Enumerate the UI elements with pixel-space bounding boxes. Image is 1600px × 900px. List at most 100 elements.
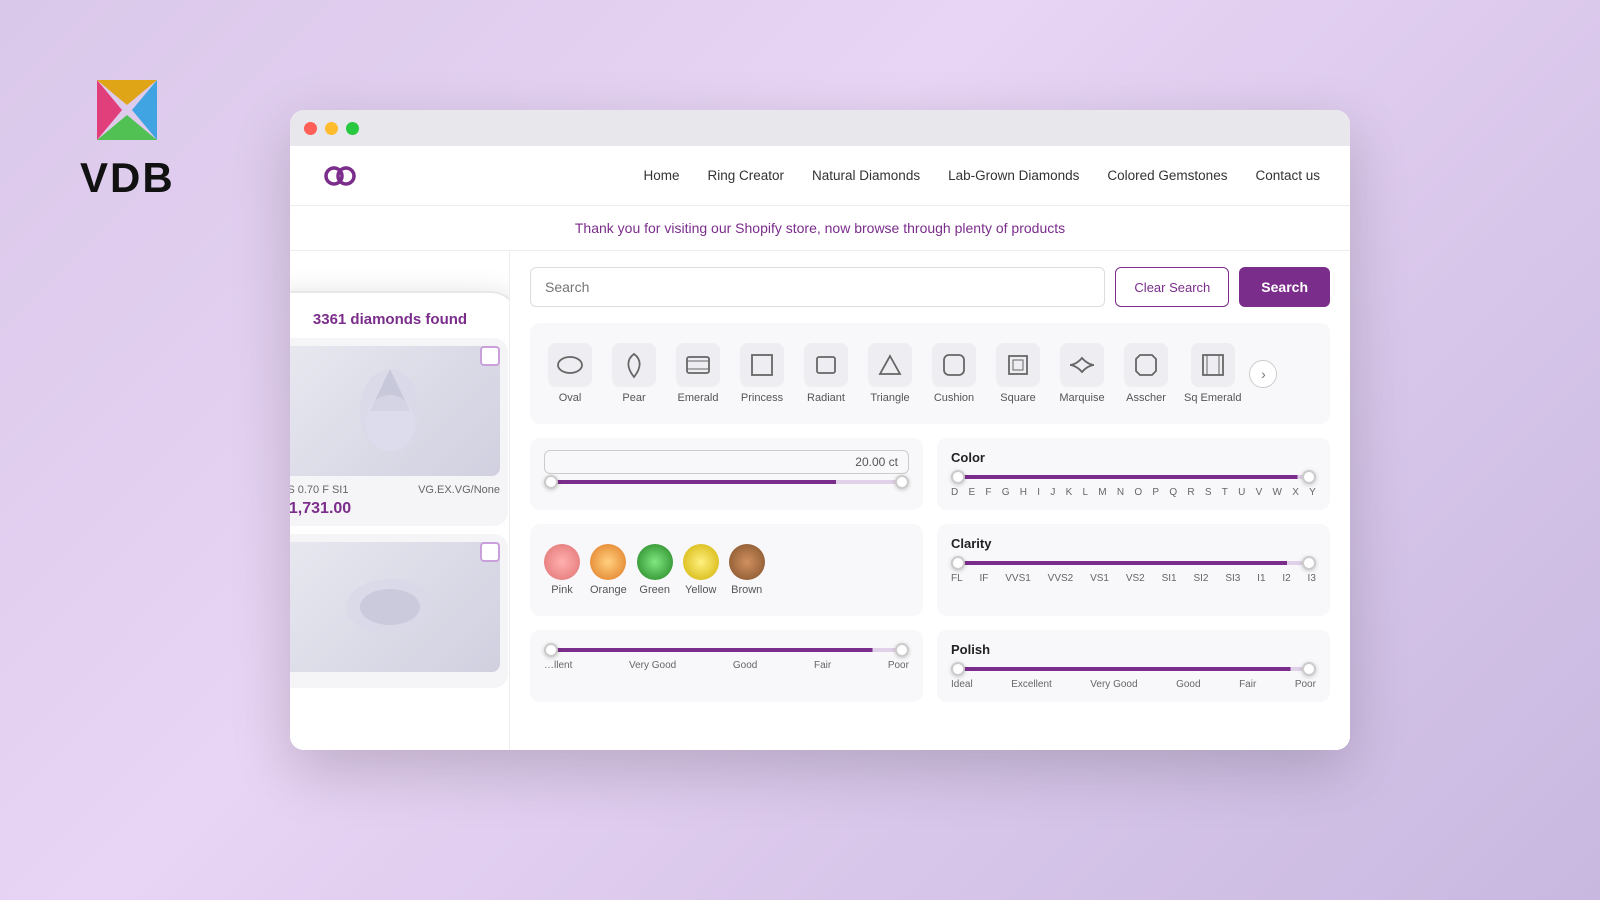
nav-ring-creator[interactable]: Ring Creator (708, 168, 785, 183)
polish-slider-thumb-right[interactable] (1302, 662, 1316, 676)
cut-very-good: Very Good (629, 660, 676, 671)
cut-slider-thumb-left[interactable] (544, 643, 558, 657)
shape-oval[interactable]: Oval (540, 337, 600, 410)
shape-triangle-icon (868, 343, 912, 387)
clarity-vs1: VS1 (1090, 573, 1109, 584)
clarity-i1: I1 (1257, 573, 1265, 584)
clarity-slider-thumb-right[interactable] (1302, 556, 1316, 570)
shape-emerald-icon (676, 343, 720, 387)
shape-pear-icon (612, 343, 656, 387)
polish-good: Good (1176, 679, 1200, 690)
color-label-l: L (1082, 487, 1088, 498)
nav-colored-gemstones[interactable]: Colored Gemstones (1107, 168, 1227, 183)
clarity-slider-thumb-left[interactable] (951, 556, 965, 570)
phone-diamond-count: 3361 diamonds found (290, 303, 508, 338)
browser-dot-green[interactable] (346, 122, 359, 135)
color-label-w: W (1273, 487, 1282, 498)
nav-contact[interactable]: Contact us (1255, 168, 1320, 183)
color-gems-filter: Pink Orange Green Yellow (530, 524, 923, 616)
shape-sq-emerald[interactable]: Sq Emerald (1180, 337, 1245, 410)
color-label-u: U (1238, 487, 1245, 498)
gem-green-label: Green (639, 584, 670, 596)
right-panel: Clear Search Search Oval Pear (510, 251, 1350, 750)
color-label-e: E (968, 487, 975, 498)
diamond-image-1 (290, 346, 500, 476)
shape-next-button[interactable]: › (1249, 360, 1277, 388)
polish-filter-title: Polish (951, 642, 1316, 657)
color-label-t: T (1222, 487, 1228, 498)
gem-brown-circle (729, 544, 765, 580)
nav-home[interactable]: Home (643, 168, 679, 183)
browser-dot-red[interactable] (304, 122, 317, 135)
shape-princess[interactable]: Princess (732, 337, 792, 410)
color-label-v: V (1256, 487, 1263, 498)
color-label-y: Y (1309, 487, 1316, 498)
diamond-image-2 (290, 542, 500, 672)
shape-princess-label: Princess (741, 392, 783, 404)
color-label-k: K (1066, 487, 1073, 498)
cut-slider-thumb-right[interactable] (895, 643, 909, 657)
color-label-r: R (1187, 487, 1194, 498)
shape-radiant[interactable]: Radiant (796, 337, 856, 410)
clarity-fl: FL (951, 573, 963, 584)
polish-cut-row: …llent Very Good Good Fair Poor Polish (530, 630, 1330, 702)
color-label-h: H (1020, 487, 1027, 498)
shape-marquise[interactable]: Marquise (1052, 337, 1112, 410)
clarity-si1: SI1 (1162, 573, 1177, 584)
vdb-logo-area: VDB (80, 70, 175, 202)
gem-pink-circle (544, 544, 580, 580)
shape-asscher[interactable]: Asscher (1116, 337, 1176, 410)
diamond-card-1: PS 0.70 F SI1 VG.EX.VG/None $1,731.00 (290, 338, 508, 526)
color-range-labels: D E F G H I J K L M N O P Q R (951, 487, 1316, 498)
color-label-o: O (1134, 487, 1142, 498)
shape-triangle-label: Triangle (870, 392, 909, 404)
cut-slider-track (544, 648, 909, 652)
shape-cushion[interactable]: Cushion (924, 337, 984, 410)
nav-links: Home Ring Creator Natural Diamonds Lab-G… (643, 168, 1320, 183)
color-filter-title: Color (951, 450, 1316, 465)
shape-sq-emerald-label: Sq Emerald (1184, 392, 1241, 404)
shape-triangle[interactable]: Triangle (860, 337, 920, 410)
browser-window: Home Ring Creator Natural Diamonds Lab-G… (290, 110, 1350, 750)
shape-pear[interactable]: Pear (604, 337, 664, 410)
polish-slider-track (951, 667, 1316, 671)
carat-filter: 20.00 ct (530, 438, 923, 510)
shape-radiant-icon (804, 343, 848, 387)
nav-natural-diamonds[interactable]: Natural Diamonds (812, 168, 920, 183)
search-button[interactable]: Search (1239, 267, 1330, 307)
gems-clarity-row: Pink Orange Green Yellow (530, 524, 1330, 616)
left-panel: 3361 diamonds found (290, 251, 510, 750)
diamond-card-checkbox-2[interactable] (480, 542, 500, 562)
gem-brown-label: Brown (731, 584, 762, 596)
clarity-i2: I2 (1282, 573, 1290, 584)
shape-pear-label: Pear (622, 392, 645, 404)
color-label-s: S (1205, 487, 1212, 498)
shape-oval-label: Oval (559, 392, 582, 404)
carat-slider-thumb-left[interactable] (544, 475, 558, 489)
polish-excellent: Excellent (1011, 679, 1052, 690)
polish-slider-thumb-left[interactable] (951, 662, 965, 676)
carat-slider-track (544, 480, 909, 484)
gem-pink[interactable]: Pink (544, 544, 580, 596)
banner: Thank you for visiting our Shopify store… (290, 206, 1350, 251)
search-input[interactable] (530, 267, 1105, 307)
diamond-card-checkbox-1[interactable] (480, 346, 500, 366)
shape-square-label: Square (1000, 392, 1035, 404)
nav-lab-grown[interactable]: Lab-Grown Diamonds (948, 168, 1079, 183)
color-slider-thumb-right[interactable] (1302, 470, 1316, 484)
gem-brown[interactable]: Brown (729, 544, 765, 596)
shape-emerald[interactable]: Emerald (668, 337, 728, 410)
gem-yellow[interactable]: Yellow (683, 544, 719, 596)
carat-slider-thumb-right[interactable] (895, 475, 909, 489)
color-slider-thumb-left[interactable] (951, 470, 965, 484)
clarity-vs2: VS2 (1126, 573, 1145, 584)
clarity-si2: SI2 (1193, 573, 1208, 584)
cut-excellent: …llent (544, 660, 572, 671)
browser-dot-yellow[interactable] (325, 122, 338, 135)
vdb-logo-text: VDB (80, 154, 175, 202)
banner-text: Thank you for visiting our Shopify store… (575, 220, 1065, 236)
gem-green[interactable]: Green (637, 544, 673, 596)
clear-search-button[interactable]: Clear Search (1115, 267, 1229, 307)
gem-orange[interactable]: Orange (590, 544, 627, 596)
shape-square[interactable]: Square (988, 337, 1048, 410)
